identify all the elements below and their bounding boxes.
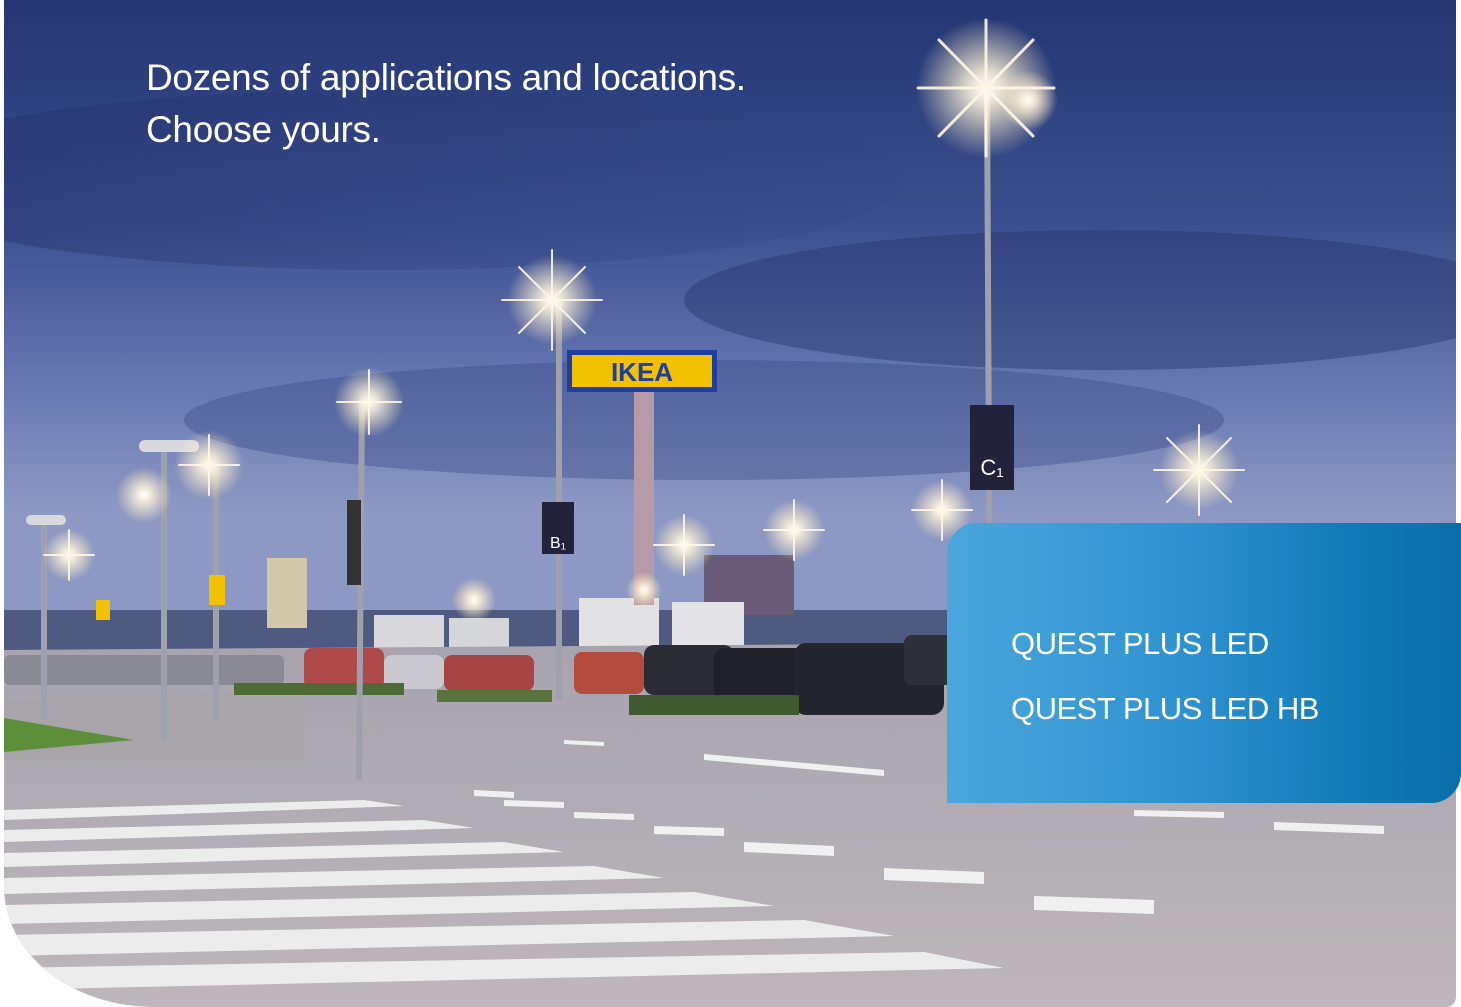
zone-sign-c-text: C₁ <box>980 455 1003 480</box>
headline: Dozens of applications and locations. Ch… <box>146 52 746 156</box>
headline-line-1: Dozens of applications and locations. <box>146 57 746 98</box>
zone-sign-b-text: B₁ <box>550 535 566 552</box>
product-panel: QUEST PLUS LED QUEST PLUS LED HB <box>947 523 1461 803</box>
ikea-sign-text: IKEA <box>611 357 673 387</box>
product-item-quest-plus-led-hb: QUEST PLUS LED HB <box>1011 691 1319 726</box>
headline-line-2: Choose yours. <box>146 109 381 150</box>
product-list: QUEST PLUS LED QUEST PLUS LED HB <box>1011 611 1319 741</box>
page: IKEA C₁ B₁ Dozens of applications and lo… <box>0 0 1461 1007</box>
product-item-quest-plus-led: QUEST PLUS LED <box>1011 626 1269 661</box>
